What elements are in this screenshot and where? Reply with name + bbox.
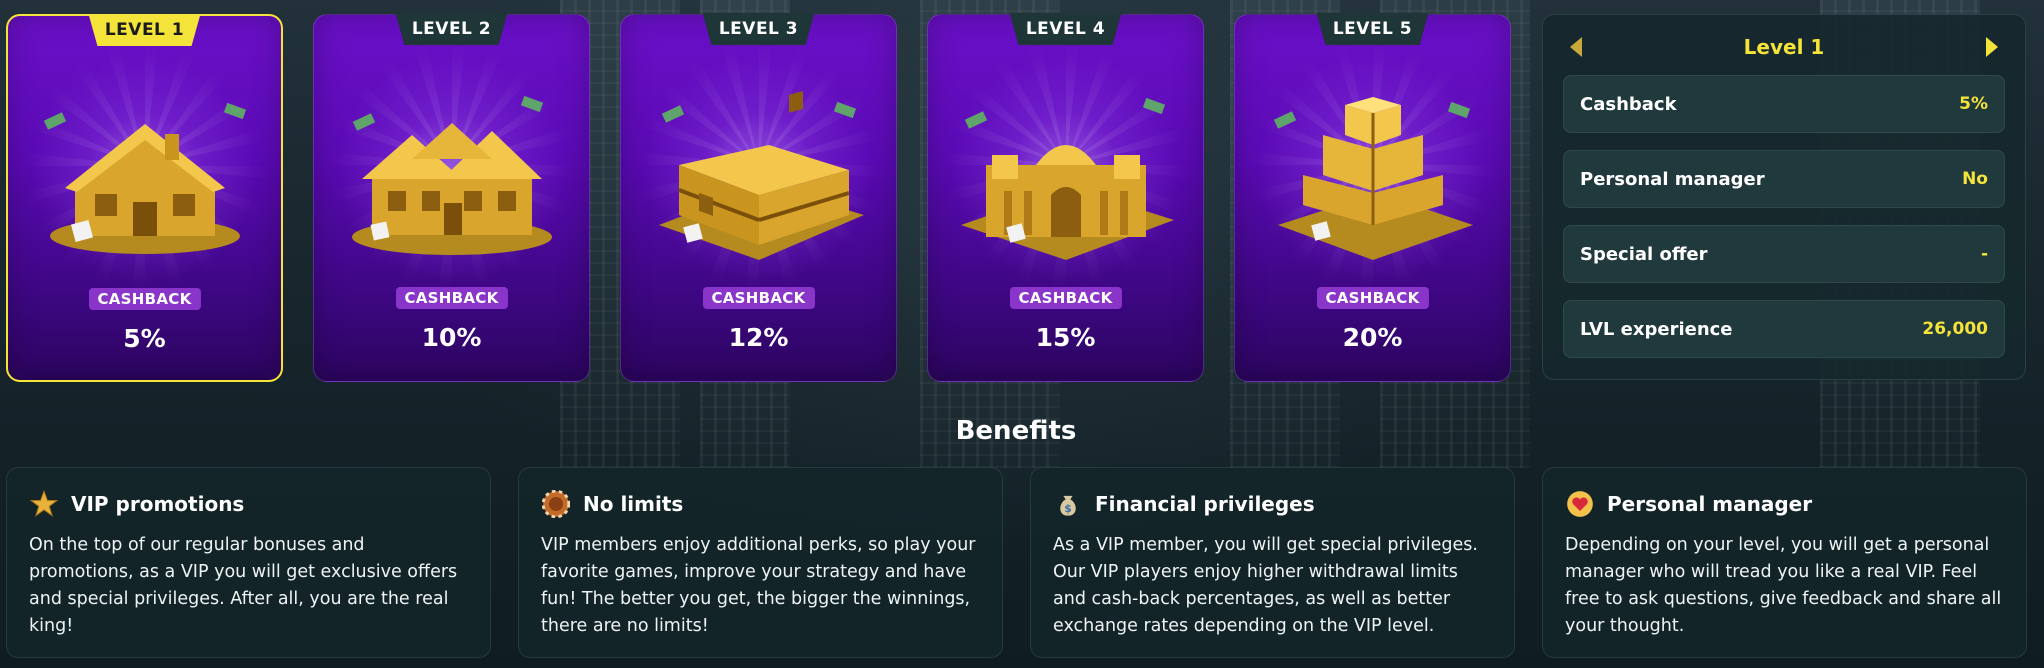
stat-label: LVL experience xyxy=(1580,318,1733,340)
mansion-icon xyxy=(658,91,864,260)
cashback-badge: CASHBACK xyxy=(1009,287,1122,309)
benefit-card-personal-manager: Personal manager Depending on your level… xyxy=(1542,467,2027,658)
stat-row-lvl-experience: LVL experience 26,000 xyxy=(1563,300,2005,358)
level-tab: LEVEL 4 xyxy=(1009,13,1122,45)
level-tab: LEVEL 3 xyxy=(702,13,815,45)
tower-icon xyxy=(1273,97,1473,260)
level-detail-panel: Level 1 Cashback 5% Personal manager No … xyxy=(1542,14,2026,380)
benefit-card-financial-privileges: $ Financial privileges As a VIP member, … xyxy=(1030,467,1515,658)
level-card-3[interactable]: LEVEL 3 CASHBACK 12% xyxy=(620,13,897,382)
level-card-1[interactable]: LEVEL 1 CASHBACK 5% xyxy=(6,14,283,382)
cashback-badge: CASHBACK xyxy=(395,287,508,309)
level-stats: Cashback 5% Personal manager No Special … xyxy=(1563,75,2005,375)
benefit-text: On the top of our regular bonuses and pr… xyxy=(29,535,458,636)
level-card-4[interactable]: LEVEL 4 CASHBACK 15% xyxy=(927,13,1204,382)
stat-label: Special offer xyxy=(1580,243,1708,265)
benefit-text: Depending on your level, you will get a … xyxy=(1565,535,2002,636)
cashback-percent: 12% xyxy=(728,323,789,352)
stat-row-personal-manager: Personal manager No xyxy=(1563,150,2005,208)
benefits-list: VIP promotions On the top of our regular… xyxy=(6,467,2027,658)
benefit-text: VIP members enjoy additional perks, so p… xyxy=(541,535,976,636)
stat-row-special-offer: Special offer - xyxy=(1563,225,2005,283)
stat-value: No xyxy=(1962,169,1988,189)
benefit-card-no-limits: No limits VIP members enjoy additional p… xyxy=(518,467,1003,658)
cashback-badge: CASHBACK xyxy=(88,288,201,310)
villa-icon xyxy=(351,95,552,255)
level-title: Level 1 xyxy=(1743,35,1825,59)
benefit-title: No limits xyxy=(583,492,684,516)
cashback-percent: 10% xyxy=(421,323,482,352)
caret-right-icon xyxy=(1986,37,1998,57)
cashback-percent: 5% xyxy=(123,324,166,353)
level-selector: Level 1 xyxy=(1543,33,2025,61)
heart-icon xyxy=(1565,489,1595,519)
level-tab: LEVEL 5 xyxy=(1316,13,1429,45)
level-tab: LEVEL 2 xyxy=(395,13,508,45)
cashback-badge: CASHBACK xyxy=(702,287,815,309)
stat-label: Personal manager xyxy=(1580,168,1765,190)
cashback-percent: 20% xyxy=(1342,323,1403,352)
benefit-text: As a VIP member, you will get special pr… xyxy=(1053,535,1478,636)
level-cards: LEVEL 1 CASHBACK 5% LEVEL 2 CASHBACK 10%… xyxy=(6,13,1511,382)
house-icon xyxy=(43,102,246,254)
benefit-title: Financial privileges xyxy=(1095,492,1315,516)
star-icon xyxy=(29,489,59,519)
svg-text:$: $ xyxy=(1064,503,1071,515)
benefits-heading: Benefits xyxy=(955,416,1077,446)
stat-value: 5% xyxy=(1959,94,1988,114)
stat-value: - xyxy=(1980,244,1988,264)
next-level-button[interactable] xyxy=(1977,33,2005,61)
stat-value: 26,000 xyxy=(1922,319,1988,339)
level-card-2[interactable]: LEVEL 2 CASHBACK 10% xyxy=(313,13,590,382)
level-card-5[interactable]: LEVEL 5 CASHBACK 20% xyxy=(1234,13,1511,382)
palace-icon xyxy=(960,97,1174,260)
cashback-percent: 15% xyxy=(1035,323,1096,352)
benefit-title: VIP promotions xyxy=(71,492,245,516)
cashback-badge: CASHBACK xyxy=(1316,287,1429,309)
benefit-title: Personal manager xyxy=(1607,492,1813,516)
stat-label: Cashback xyxy=(1580,93,1677,115)
stat-row-cashback: Cashback 5% xyxy=(1563,75,2005,133)
benefit-card-vip-promotions: VIP promotions On the top of our regular… xyxy=(6,467,491,658)
level-tab: LEVEL 1 xyxy=(88,14,201,46)
money-bag-icon: $ xyxy=(1053,489,1083,519)
chip-icon xyxy=(541,489,571,519)
